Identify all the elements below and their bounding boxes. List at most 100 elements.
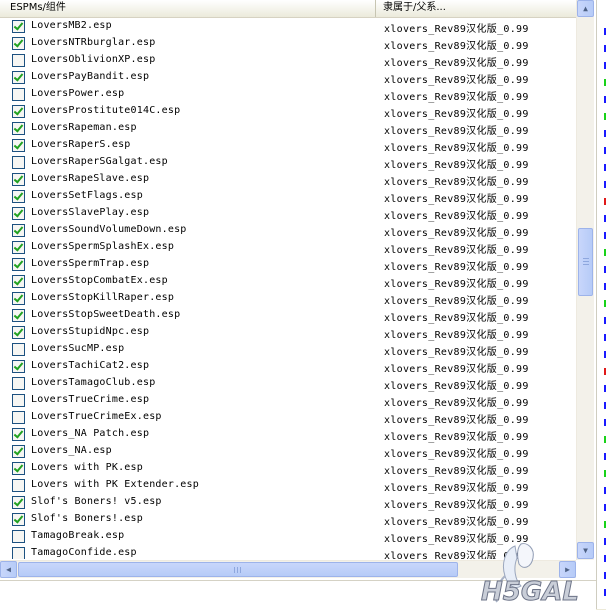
plugin-name: Slof's Boners! v5.esp — [31, 496, 162, 507]
plugin-name: LoversSetFlags.esp — [31, 190, 143, 201]
plugin-checkbox[interactable] — [12, 428, 25, 441]
plugin-checkbox[interactable] — [12, 445, 25, 458]
plugin-name: LoversTamagoClub.esp — [31, 377, 156, 388]
plugin-master: xlovers_Rev89汉化版_0.99 — [384, 466, 529, 477]
plugin-checkbox[interactable] — [12, 88, 25, 101]
list-item[interactable]: LoversSpermTrap.esp xlovers_Rev89汉化版_0.99 — [0, 256, 576, 273]
plugin-checkbox[interactable] — [12, 207, 25, 220]
plugin-checkbox[interactable] — [12, 496, 25, 509]
column-header-master[interactable]: 隶属于/父系... — [377, 0, 576, 17]
list-item[interactable]: LoversTamagoClub.esp xlovers_Rev89汉化版_0.9… — [0, 375, 576, 392]
column-header-espms[interactable]: ESPMs/组件 — [0, 0, 376, 17]
list-item[interactable]: LoversStopKillRaper.esp xlovers_Rev89汉化版_… — [0, 290, 576, 307]
plugin-checkbox[interactable] — [12, 190, 25, 203]
list-item[interactable]: Slof's Boners!.esp xlovers_Rev89汉化版_0.99 — [0, 511, 576, 528]
list-item[interactable]: LoversTrueCrime.esp xlovers_Rev89汉化版_0.99 — [0, 392, 576, 409]
plugin-checkbox[interactable] — [12, 37, 25, 50]
scroll-up-arrow-icon[interactable]: ▲ — [577, 0, 594, 17]
plugin-checkbox[interactable] — [12, 105, 25, 118]
plugin-name: LoversSpermSplashEx.esp — [31, 241, 175, 252]
list-item[interactable]: LoversProstitute014C.esp xlovers_Rev89汉化版… — [0, 103, 576, 120]
horizontal-scroll-thumb[interactable] — [18, 562, 458, 577]
list-item[interactable]: LoversRaperS.esp xlovers_Rev89汉化版_0.99 — [0, 137, 576, 154]
thumb-grip — [237, 567, 238, 573]
plugin-name: LoversSpermTrap.esp — [31, 258, 150, 269]
list-item[interactable]: LoversStopSweetDeath.esp xlovers_Rev89汉化版… — [0, 307, 576, 324]
plugin-checkbox[interactable] — [12, 377, 25, 390]
plugin-checkbox[interactable] — [12, 292, 25, 305]
plugin-checkbox[interactable] — [12, 275, 25, 288]
plugin-master: xlovers_Rev89汉化版_0.99 — [384, 262, 529, 273]
plugin-name: LoversSucMP.esp — [31, 343, 125, 354]
plugin-checkbox[interactable] — [12, 326, 25, 339]
vertical-scroll-thumb[interactable] — [578, 228, 593, 296]
list-item[interactable]: LoversRapeman.esp xlovers_Rev89汉化版_0.99 — [0, 120, 576, 137]
list-item[interactable]: LoversTrueCrimeEx.esp xlovers_Rev89汉化版_0.… — [0, 409, 576, 426]
list-item[interactable]: LoversStopCombatEx.esp xlovers_Rev89汉化版_0… — [0, 273, 576, 290]
list-item[interactable]: LoversTachiCat2.esp xlovers_Rev89汉化版_0.99 — [0, 358, 576, 375]
list-item[interactable]: LoversStupidNpc.esp xlovers_Rev89汉化版_0.99 — [0, 324, 576, 341]
plugin-master: xlovers_Rev89汉化版_0.99 — [384, 228, 529, 239]
list-item[interactable]: LoversRaperSGalgat.esp xlovers_Rev89汉化版_0… — [0, 154, 576, 171]
plugin-master: xlovers_Rev89汉化版_0.99 — [384, 449, 529, 460]
plugin-master: xlovers_Rev89汉化版_0.99 — [384, 75, 529, 86]
plugin-master: xlovers_Rev89汉化版_0.99 — [384, 296, 529, 307]
list-item[interactable]: LoversSlavePlay.esp xlovers_Rev89汉化版_0.99 — [0, 205, 576, 222]
plugin-checkbox[interactable] — [12, 530, 25, 543]
plugin-checkbox[interactable] — [12, 139, 25, 152]
plugin-master: xlovers_Rev89汉化版_0.99 — [384, 41, 529, 52]
list-item[interactable]: LoversPower.esp xlovers_Rev89汉化版_0.99 — [0, 86, 576, 103]
plugin-checkbox[interactable] — [12, 173, 25, 186]
plugin-checkbox[interactable] — [12, 462, 25, 475]
thumb-grip — [234, 567, 235, 573]
plugin-checkbox[interactable] — [12, 156, 25, 169]
plugin-name: Lovers with PK.esp — [31, 462, 143, 473]
plugin-checkbox[interactable] — [12, 122, 25, 135]
plugin-checkbox[interactable] — [12, 343, 25, 356]
plugin-checkbox[interactable] — [12, 547, 25, 559]
plugin-master: xlovers_Rev89汉化版_0.99 — [384, 177, 529, 188]
list-item[interactable]: LoversOblivionXP.esp xlovers_Rev89汉化版_0.9… — [0, 52, 576, 69]
thumb-grip — [583, 261, 589, 262]
list-item[interactable]: LoversPayBandit.esp xlovers_Rev89汉化版_0.99 — [0, 69, 576, 86]
plugin-checkbox[interactable] — [12, 513, 25, 526]
h5gal-watermark-logo: H5GAL — [481, 543, 579, 608]
list-item[interactable]: LoversRapeSlave.esp xlovers_Rev89汉化版_0.99 — [0, 171, 576, 188]
plugin-checkbox[interactable] — [12, 479, 25, 492]
plugin-name: LoversTrueCrimeEx.esp — [31, 411, 162, 422]
plugin-master: xlovers_Rev89汉化版_0.99 — [384, 432, 529, 443]
list-item[interactable]: Lovers_NA.esp xlovers_Rev89汉化版_0.99 — [0, 443, 576, 460]
side-status-strip — [596, 0, 606, 609]
list-item[interactable]: LoversMB2.esp xlovers_Rev89汉化版_0.99 — [0, 18, 576, 35]
plugin-name: LoversTachiCat2.esp — [31, 360, 150, 371]
list-item[interactable]: LoversSoundVolumeDown.esp xlovers_Rev89汉化… — [0, 222, 576, 239]
list-item[interactable]: LoversSpermSplashEx.esp xlovers_Rev89汉化版_… — [0, 239, 576, 256]
plugin-checkbox[interactable] — [12, 20, 25, 33]
plugin-name: LoversRapeman.esp — [31, 122, 137, 133]
thumb-grip — [583, 258, 589, 259]
plugin-checkbox[interactable] — [12, 360, 25, 373]
list-item[interactable]: Lovers with PK.esp xlovers_Rev89汉化版_0.99 — [0, 460, 576, 477]
plugin-checkbox[interactable] — [12, 258, 25, 271]
scroll-left-arrow-icon[interactable]: ◀ — [0, 561, 17, 578]
plugin-name: LoversRaperS.esp — [31, 139, 131, 150]
plugin-master: xlovers_Rev89汉化版_0.99 — [384, 364, 529, 375]
plugin-checkbox[interactable] — [12, 54, 25, 67]
list-item[interactable]: LoversSetFlags.esp xlovers_Rev89汉化版_0.99 — [0, 188, 576, 205]
plugin-master: xlovers_Rev89汉化版_0.99 — [384, 381, 529, 392]
plugin-checkbox[interactable] — [12, 241, 25, 254]
thumb-grip — [240, 567, 241, 573]
mod-list-window: ESPMs/组件 隶属于/父系... LoversMB2.esp xlovers_… — [0, 0, 596, 610]
plugin-checkbox[interactable] — [12, 309, 25, 322]
plugin-name: Slof's Boners!.esp — [31, 513, 143, 524]
list-item[interactable]: LoversSucMP.esp xlovers_Rev89汉化版_0.99 — [0, 341, 576, 358]
list-item[interactable]: Lovers_NA Patch.esp xlovers_Rev89汉化版_0.99 — [0, 426, 576, 443]
plugin-checkbox[interactable] — [12, 394, 25, 407]
list-item[interactable]: LoversNTRburglar.esp xlovers_Rev89汉化版_0.9… — [0, 35, 576, 52]
vertical-scrollbar[interactable]: ▲ ▼ — [576, 0, 594, 560]
list-item[interactable]: Slof's Boners! v5.esp xlovers_Rev89汉化版_0.… — [0, 494, 576, 511]
plugin-checkbox[interactable] — [12, 71, 25, 84]
plugin-checkbox[interactable] — [12, 224, 25, 237]
list-item[interactable]: Lovers with PK Extender.esp xlovers_Rev89… — [0, 477, 576, 494]
plugin-checkbox[interactable] — [12, 411, 25, 424]
